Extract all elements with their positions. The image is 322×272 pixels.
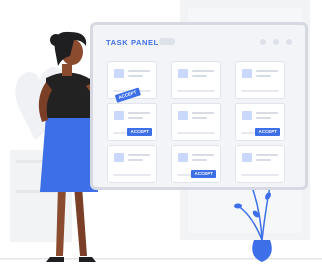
- window-dot-icon: [286, 39, 292, 45]
- accept-button[interactable]: ACCEPT: [255, 128, 280, 136]
- card-thumbnail-icon: [114, 111, 124, 120]
- card-thumbnail-icon: [242, 111, 252, 120]
- task-panel-board: TASK PANEL ACCEPT ACCEPT ACCEPT: [90, 22, 308, 190]
- card-thumbnail-icon: [178, 153, 188, 162]
- task-card[interactable]: [171, 61, 221, 99]
- task-panel-header: TASK PANEL: [93, 25, 305, 55]
- task-card[interactable]: ACCEPT: [107, 103, 157, 141]
- card-thumbnail-icon: [178, 69, 188, 78]
- card-thumbnail-icon: [178, 111, 188, 120]
- task-card[interactable]: [235, 145, 285, 183]
- task-card[interactable]: ACCEPT: [171, 145, 221, 183]
- task-panel-title: TASK PANEL: [106, 38, 159, 47]
- accept-button[interactable]: ACCEPT: [191, 170, 216, 178]
- task-card[interactable]: [171, 103, 221, 141]
- window-dot-icon: [260, 39, 266, 45]
- task-card[interactable]: ACCEPT: [235, 103, 285, 141]
- window-dot-icon: [273, 39, 279, 45]
- task-card[interactable]: [107, 145, 157, 183]
- card-thumbnail-icon: [114, 69, 124, 78]
- accept-button[interactable]: ACCEPT: [127, 128, 152, 136]
- header-pill: [159, 38, 175, 45]
- task-card[interactable]: [235, 61, 285, 99]
- card-thumbnail-icon: [114, 153, 124, 162]
- black-top: [46, 72, 92, 118]
- card-thumbnail-icon: [242, 153, 252, 162]
- card-thumbnail-icon: [242, 69, 252, 78]
